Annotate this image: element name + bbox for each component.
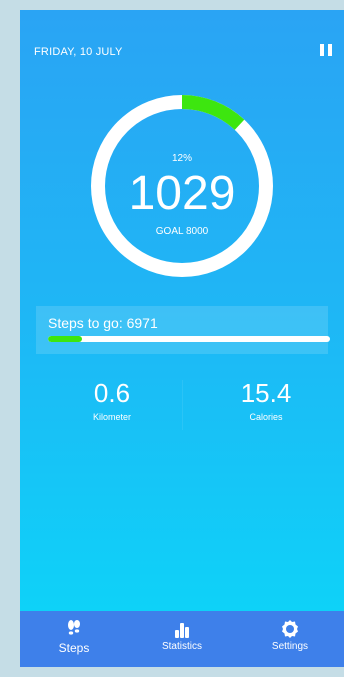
app-screen: FRIDAY, 10 JULY 12% 1029 GOAL 8000 Steps…	[20, 10, 344, 667]
gear-icon	[236, 619, 344, 639]
progress-percent: 12%	[171, 153, 192, 164]
pause-icon[interactable]	[320, 44, 334, 58]
nav-item-statistics[interactable]: Statistics	[128, 619, 236, 652]
distance-value: 0.6	[93, 378, 131, 408]
nav-item-settings[interactable]: Settings	[236, 619, 344, 652]
calories-value: 15.4	[240, 378, 292, 408]
calories-stat: 15.4 Calories	[196, 378, 336, 422]
calories-label: Calories	[249, 412, 283, 422]
nav-label-steps: Steps	[58, 641, 90, 655]
bottom-nav: Steps Statistics Settings	[20, 611, 344, 667]
footprints-icon	[20, 619, 128, 639]
step-count: 1029	[128, 167, 236, 220]
bar-chart-icon	[128, 619, 236, 639]
nav-label-statistics: Statistics	[161, 641, 202, 652]
step-goal: GOAL 8000	[155, 226, 209, 237]
nav-label-settings: Settings	[271, 641, 309, 652]
steps-to-go-bar	[48, 336, 330, 342]
steps-to-go-card: Steps to go: 6971	[36, 306, 330, 354]
date-label: FRIDAY, 10 JULY	[34, 46, 123, 58]
distance-label: Kilometer	[92, 412, 131, 422]
steps-to-go-bar-fill	[48, 336, 82, 342]
steps-to-go-label: Steps to go: 6971	[48, 315, 158, 331]
nav-item-steps[interactable]: Steps	[20, 619, 128, 655]
distance-stat: 0.6 Kilometer	[42, 378, 182, 422]
stats-divider	[182, 380, 183, 430]
